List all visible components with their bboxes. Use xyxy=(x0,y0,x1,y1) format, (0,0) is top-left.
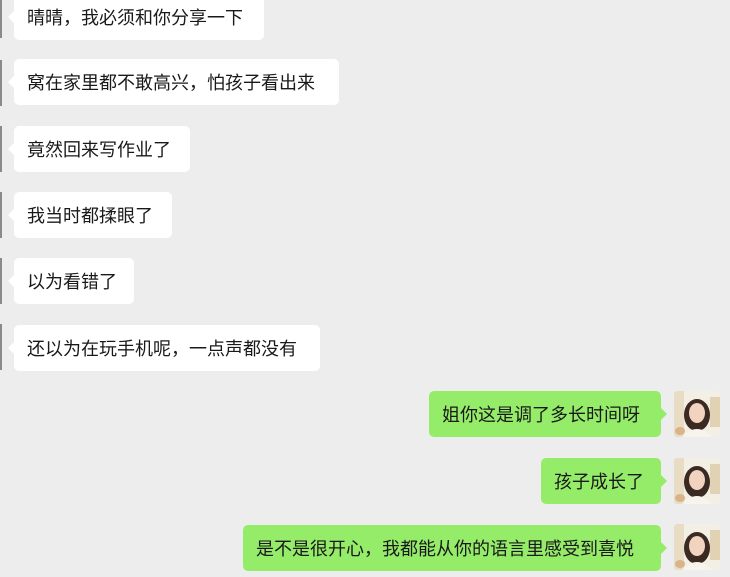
message-text: 孩子成长了 xyxy=(554,472,644,493)
incoming-message[interactable]: 我当时都揉眼了 xyxy=(8,192,172,238)
message-text: 窝在家里都不敢高兴，怕孩子看出来 xyxy=(27,73,315,94)
left-edge-mark xyxy=(0,126,2,172)
outgoing-message[interactable]: 姐你这是调了多长时间呀 xyxy=(429,391,667,437)
bubble-tail xyxy=(661,408,667,420)
bubble-tail xyxy=(8,342,14,354)
message-text: 以为看错了 xyxy=(27,272,117,293)
message-text: 竟然回来写作业了 xyxy=(27,140,171,161)
message-text: 还以为在玩手机呢，一点声都没有 xyxy=(27,339,297,360)
left-edge-mark xyxy=(0,60,2,106)
bubble-tail xyxy=(8,11,14,23)
message-text: 晴晴，我必须和你分享一下 xyxy=(27,8,243,29)
avatar-image xyxy=(674,458,720,504)
message-text: 姐你这是调了多长时间呀 xyxy=(442,405,640,426)
bubble-tail xyxy=(661,475,667,487)
outgoing-message[interactable]: 孩子成长了 xyxy=(541,458,667,504)
incoming-message[interactable]: 竟然回来写作业了 xyxy=(8,126,190,172)
message-text: 我当时都揉眼了 xyxy=(27,206,153,227)
left-edge-mark xyxy=(0,0,2,38)
bubble-tail xyxy=(8,275,14,287)
avatar-image xyxy=(674,391,720,437)
message-text: 是不是很开心，我都能从你的语言里感受到喜悦 xyxy=(256,539,634,560)
avatar-image xyxy=(674,524,720,570)
left-edge-mark xyxy=(0,258,2,304)
incoming-message[interactable]: 还以为在玩手机呢，一点声都没有 xyxy=(8,325,320,371)
avatar[interactable] xyxy=(674,458,720,504)
bubble-tail xyxy=(661,542,667,554)
incoming-message[interactable]: 晴晴，我必须和你分享一下 xyxy=(8,0,264,40)
bubble-tail xyxy=(8,143,14,155)
incoming-message[interactable]: 以为看错了 xyxy=(8,258,134,304)
avatar[interactable] xyxy=(674,524,720,570)
left-edge-mark xyxy=(0,324,2,370)
incoming-message[interactable]: 窝在家里都不敢高兴，怕孩子看出来 xyxy=(8,59,339,105)
bubble-tail xyxy=(8,209,14,221)
left-edge-mark xyxy=(0,192,2,238)
bubble-tail xyxy=(8,76,14,88)
avatar[interactable] xyxy=(674,391,720,437)
outgoing-message[interactable]: 是不是很开心，我都能从你的语言里感受到喜悦 xyxy=(243,525,667,571)
